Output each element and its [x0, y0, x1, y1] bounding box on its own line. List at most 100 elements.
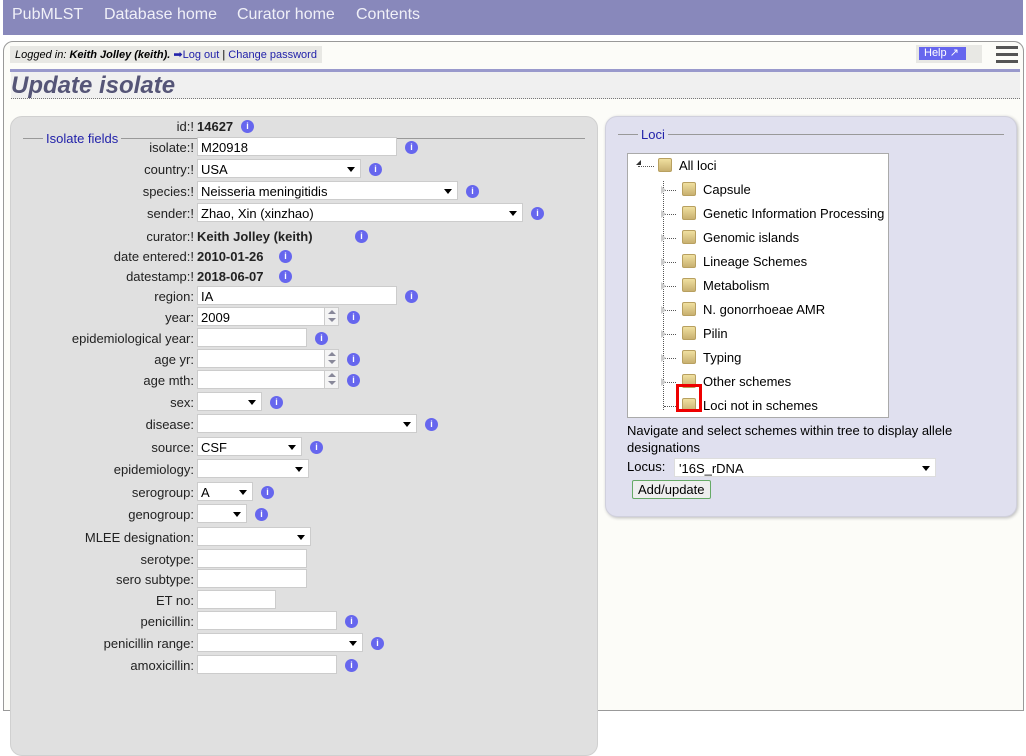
- spinner-icon[interactable]: [324, 308, 338, 325]
- field-label: serotype:: [140, 552, 194, 567]
- tree-line: [664, 406, 676, 407]
- collapsed-arrow-icon[interactable]: [661, 210, 666, 218]
- info-icon[interactable]: i: [315, 332, 328, 345]
- region-input[interactable]: IA: [197, 286, 397, 305]
- info-icon[interactable]: i: [425, 418, 438, 431]
- genogroup-select[interactable]: [197, 504, 247, 523]
- field-label: epidemiology:: [113, 462, 194, 477]
- locus-select[interactable]: '16S_rDNA: [674, 458, 936, 477]
- spinner-icon[interactable]: [324, 350, 338, 367]
- penicillin-range-select[interactable]: [197, 633, 363, 652]
- folder-icon: [682, 326, 696, 340]
- age-yr-input[interactable]: [197, 349, 339, 368]
- serogroup-value: A: [201, 485, 210, 500]
- main-frame: Logged in: Keith Jolley (keith). ➡Log ou…: [3, 41, 1024, 756]
- sero-subtype-input[interactable]: [197, 569, 307, 588]
- disease-select[interactable]: [197, 414, 417, 433]
- info-icon[interactable]: i: [371, 637, 384, 650]
- sender-value: Zhao, Xin (xinzhao): [201, 206, 314, 221]
- region-value: IA: [201, 289, 214, 304]
- serotype-input[interactable]: [197, 549, 307, 568]
- info-icon[interactable]: i: [345, 615, 358, 628]
- field-row: disease: i: [11, 414, 591, 434]
- age-mth-input[interactable]: [197, 370, 339, 389]
- field-row: species:! Neisseria meningitidis i: [11, 181, 591, 201]
- collapsed-arrow-icon[interactable]: [661, 306, 666, 314]
- info-icon[interactable]: i: [405, 141, 418, 154]
- sender-select[interactable]: Zhao, Xin (xinzhao): [197, 203, 523, 222]
- external-link-icon: ↗: [949, 47, 959, 59]
- penicillin-input[interactable]: [197, 611, 337, 630]
- serogroup-select[interactable]: A: [197, 482, 253, 501]
- field-row: sender:! Zhao, Xin (xinzhao) i: [11, 203, 591, 223]
- info-icon[interactable]: i: [270, 396, 283, 409]
- help-button[interactable]: Help ↗: [919, 47, 966, 60]
- mlee-designation-select[interactable]: [197, 527, 311, 546]
- field-row: id:! 14627 i: [11, 116, 591, 136]
- country-select[interactable]: USA: [197, 159, 361, 178]
- collapsed-arrow-icon[interactable]: [661, 234, 666, 242]
- add-update-button[interactable]: Add/update: [632, 480, 711, 499]
- isolate-input[interactable]: M20918: [197, 137, 397, 156]
- year-value: 2009: [201, 310, 230, 325]
- node-label: Lineage Schemes: [703, 254, 808, 269]
- expanded-arrow-icon[interactable]: [636, 160, 641, 165]
- info-icon[interactable]: i: [345, 659, 358, 672]
- nav-database-home[interactable]: Database home: [104, 6, 217, 24]
- tree-node[interactable]: Metabolism: [682, 278, 769, 298]
- info-icon[interactable]: i: [531, 207, 544, 220]
- collapsed-arrow-icon[interactable]: [661, 330, 666, 338]
- hamburger-menu-icon[interactable]: [996, 46, 1018, 64]
- info-icon[interactable]: i: [261, 486, 274, 499]
- change-password-link[interactable]: Change password: [228, 49, 317, 61]
- collapsed-arrow-icon[interactable]: [661, 258, 666, 266]
- tree-node[interactable]: Capsule: [682, 182, 751, 202]
- highlight-box: [676, 384, 702, 412]
- info-icon[interactable]: i: [369, 163, 382, 176]
- collapsed-arrow-icon[interactable]: [661, 282, 666, 290]
- field-label: genogroup:: [128, 507, 194, 522]
- tree-node[interactable]: Genetic Information Processing: [682, 206, 884, 226]
- tree-node[interactable]: Loci not in schemes: [682, 398, 818, 418]
- info-icon[interactable]: i: [355, 230, 368, 243]
- logout-link[interactable]: ➡Log out: [173, 49, 219, 61]
- et-no-input[interactable]: [197, 590, 276, 609]
- species-select[interactable]: Neisseria meningitidis: [197, 181, 458, 200]
- tree-node[interactable]: N. gonorrhoeae AMR: [682, 302, 825, 322]
- id-value: 14627: [197, 119, 234, 134]
- collapsed-arrow-icon[interactable]: [661, 378, 666, 386]
- info-icon[interactable]: i: [347, 353, 360, 366]
- tree-node-all-loci[interactable]: All loci: [658, 158, 717, 178]
- tree-node[interactable]: Pilin: [682, 326, 728, 346]
- nav-pubmlst[interactable]: PubMLST: [12, 6, 83, 24]
- sex-select[interactable]: [197, 392, 262, 411]
- info-icon[interactable]: i: [279, 270, 292, 283]
- collapsed-arrow-icon[interactable]: [661, 186, 666, 194]
- info-icon[interactable]: i: [347, 374, 360, 387]
- info-icon[interactable]: i: [241, 120, 254, 133]
- collapsed-arrow-icon[interactable]: [661, 354, 666, 362]
- info-icon[interactable]: i: [405, 290, 418, 303]
- info-icon[interactable]: i: [347, 311, 360, 324]
- field-label: sender:!: [147, 206, 194, 221]
- year-input[interactable]: 2009: [197, 307, 339, 326]
- info-icon[interactable]: i: [279, 250, 292, 263]
- field-label: serogroup:: [131, 485, 194, 500]
- tree-node[interactable]: Typing: [682, 350, 741, 370]
- epidemiological-year-input[interactable]: [197, 328, 307, 347]
- info-icon[interactable]: i: [310, 441, 323, 454]
- field-label: isolate:!: [149, 140, 194, 155]
- info-icon[interactable]: i: [466, 185, 479, 198]
- tree-node[interactable]: Genomic islands: [682, 230, 799, 250]
- field-row: epidemiological year: i: [11, 328, 591, 348]
- source-select[interactable]: CSF: [197, 437, 302, 456]
- amoxicillin-input[interactable]: [197, 655, 337, 674]
- nav-curator-home[interactable]: Curator home: [237, 6, 335, 24]
- epidemiology-select[interactable]: [197, 459, 309, 478]
- nav-contents[interactable]: Contents: [356, 6, 420, 24]
- field-label: species:!: [142, 184, 194, 199]
- info-icon[interactable]: i: [255, 508, 268, 521]
- spinner-icon[interactable]: [324, 371, 338, 388]
- tree-node[interactable]: Lineage Schemes: [682, 254, 807, 274]
- field-row: sex: i: [11, 392, 591, 412]
